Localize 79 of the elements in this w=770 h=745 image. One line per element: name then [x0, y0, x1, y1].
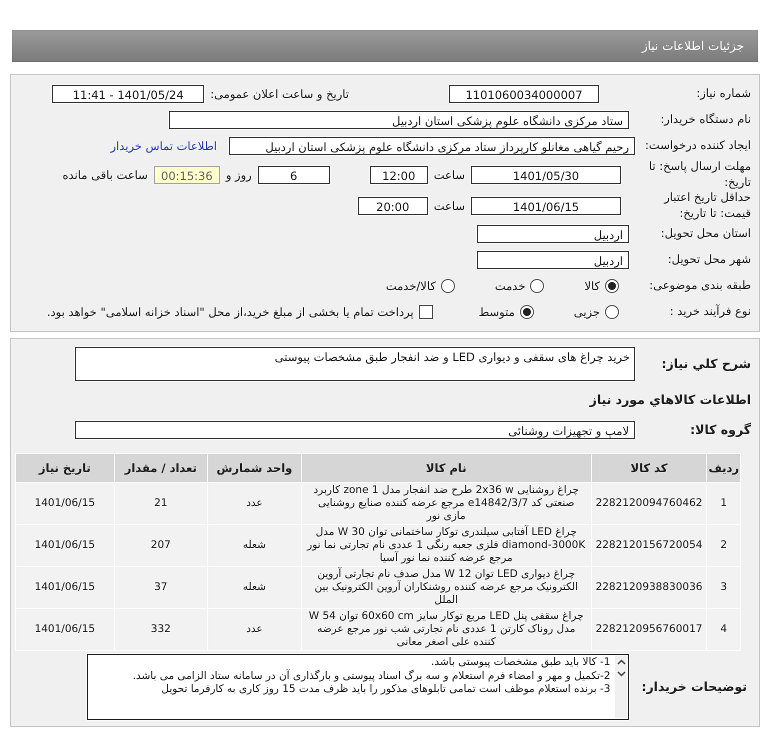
column-header: ردیف [706, 454, 740, 483]
checkbox[interactable] [418, 305, 433, 320]
radio-button[interactable] [605, 279, 619, 294]
radio-button[interactable] [530, 279, 544, 294]
option-label: کالا/خدمت [386, 279, 436, 294]
scroll-down-icon[interactable] [617, 671, 626, 678]
radio-button[interactable] [440, 279, 455, 294]
field-label: نام دستگاه خریدار: [659, 112, 751, 128]
column-header: تاریخ نیاز [16, 454, 114, 483]
table-cell: 37 [114, 566, 208, 609]
field-label: حداقل تاریخ اعتبار قیمت: تا تاریخ: [662, 190, 751, 222]
option-label: جزیی [574, 305, 600, 320]
table-cell: 1401/06/15 [16, 566, 114, 609]
table-cell: عدد [207, 608, 302, 651]
table-cell: 4 [706, 608, 740, 651]
table-cell: چراغ دیواری LED توان W 12 مدل صدف نام تجارتی آروین الکترونیک مرجع عرضه کننده روشنکاران آروین الکترونیک بین الملل [301, 566, 592, 609]
option-label: کالا [584, 279, 600, 294]
checkbox-label: پرداخت تمام یا بخشی از مبلغ خرید،از محل "اسناد خزانه اسلامی" خواهد بود. [46, 305, 414, 320]
deadline-time-field: 12:00 [370, 166, 428, 184]
contact-link[interactable]: اطلاعات تماس خریدار [110, 139, 217, 153]
table-cell: 21 [114, 482, 208, 525]
table-cell: 207 [114, 524, 208, 567]
section-title: اطلاعات کالاهاي مورد نياز [590, 392, 751, 407]
city-field: اردبیل [477, 251, 629, 270]
announce-date-field: 1401/05/24 - 11:41 [52, 85, 204, 103]
field-label: ساعت [434, 198, 465, 213]
need-number-field: 1101060034000007 [449, 85, 599, 103]
table-cell: 2282120156720054 [591, 524, 707, 567]
description-field: خرید چراغ های سقفی و دیواری LED و ضد انفجار طبق مشخصات پیوستی [75, 347, 635, 382]
option-label: خدمت [494, 279, 526, 294]
field-label: شهر محل تحویل: [666, 252, 751, 268]
table-cell: 1401/06/15 [16, 608, 114, 651]
table-cell: 2282120938830036 [591, 566, 707, 609]
scroll-up-icon[interactable] [617, 659, 626, 666]
column-header: کد کالا [591, 454, 707, 483]
table-cell: شعله [207, 566, 302, 609]
field-label: توضیحات خریدار: [641, 678, 747, 696]
radio-button[interactable] [605, 305, 619, 320]
field-label: ساعت [434, 168, 465, 182]
table-cell: عدد [207, 482, 302, 525]
table-cell: چراغ LED آفتابی سیلندری توکار ساختمانی توان W 30 مدل diamond-3000K فلزی جعبه رنگی 1 عددی نام تجارتی نما نور مرجع عرضه کننده نما نور آسیا [301, 524, 592, 567]
column-header: تعداد / مقدار [114, 454, 208, 483]
validity-time-field: 20:00 [358, 196, 428, 215]
column-header: واحد شمارش [207, 454, 302, 483]
table-cell: 2282120956760017 [591, 608, 707, 651]
requester-field: رحیم گیاهی مغانلو کارپرداز ستاد مرکزی دانشگاه علوم پزشکی استان اردبیل [229, 137, 635, 155]
table-cell: 1401/06/15 [16, 482, 114, 525]
field-label: روز و [226, 168, 252, 182]
field-label: طبقه بندی موضوعی: [648, 278, 751, 294]
deadline-date-field: 1401/05/30 [471, 166, 621, 184]
radio-button[interactable] [520, 305, 534, 320]
option-label: متوسط [478, 305, 515, 320]
field-label: نوع فرآیند خرید : [668, 304, 751, 320]
field-label: ساعت باقی مانده [62, 168, 148, 182]
notes-field[interactable]: 1- کالا باید طبق مشخصات پیوستی باشد. 2-تکمیل و مهر و امضاء فرم استعلام و سه برگ اسناد پیوستی و بارگذاری آن در سامانه ستاد الزامی می باشد. 3- برنده استعلام موظف است تمامی تابلوهای مذکور را باید ظرف مدت 15 روز کاری به کارفرما تحویل [87, 654, 630, 720]
province-field: اردبیل [477, 225, 629, 244]
page-header: جزئیات اطلاعات نیاز [12, 30, 758, 62]
field-label: ایجاد کننده درخواست: [644, 138, 751, 154]
table-cell: 1401/06/15 [16, 524, 114, 567]
field-label: شماره نیاز: [695, 86, 751, 102]
group-field: لامپ و تجهیزات روشنائی [75, 421, 635, 440]
validity-date-field: 1401/06/15 [471, 196, 621, 215]
table-cell: 2 [706, 524, 740, 567]
buyer-org-field: ستاد مرکزی دانشگاه علوم پزشکی استان اردبیل [169, 111, 629, 129]
table-cell: 3 [706, 566, 740, 609]
field-label: گروه کالا: [689, 422, 751, 438]
remaining-time-field: 00:15:36 [154, 166, 220, 184]
field-label: تاریخ و ساعت اعلان عمومی: [210, 87, 349, 101]
column-header: نام کالا [301, 454, 592, 483]
table-cell: شعله [207, 524, 302, 567]
field-label: مهلت ارسال پاسخ: تا تاریخ: [648, 159, 751, 190]
field-label: استان محل تحویل: [660, 226, 751, 242]
table-cell: 1 [706, 482, 740, 525]
table-cell: 332 [114, 608, 208, 651]
days-field: 6 [258, 166, 330, 184]
table-cell: 2282120094760462 [591, 482, 707, 525]
field-label: شرح کلي نياز: [660, 356, 751, 372]
table-cell: چراغ سقفی پنل LED مربع توکار سایز 60x60 cm توان W 54 مدل روناک کارتن 1 عددی نام تجارتی شب نور مرجع عرضه کننده علی اصغر معانی [301, 608, 592, 651]
table-cell: چراغ روشنایی 2x36 w طرح ضد انفجار مدل zone 1 کاربرد صنعتی کد e14842/3/7 مرجع عرضه کننده صنایع روشنایی مازی نور [301, 482, 592, 525]
